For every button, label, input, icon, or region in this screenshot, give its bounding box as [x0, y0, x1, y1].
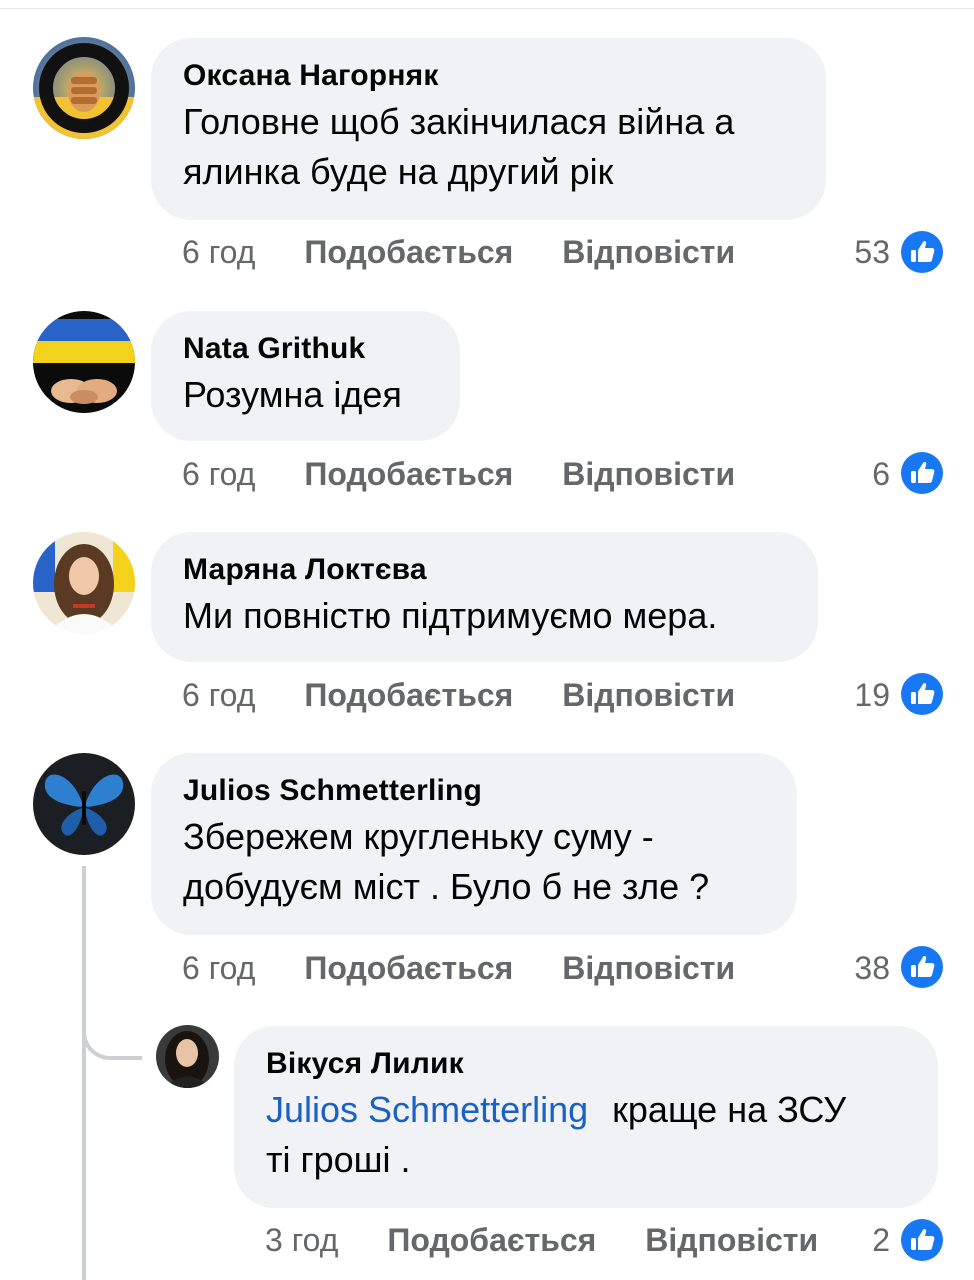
- comment-author[interactable]: Оксана Нагорняк: [183, 58, 794, 94]
- avatar[interactable]: [33, 753, 135, 855]
- comment-meta: 6 год Подобається Відповісти: [182, 454, 735, 494]
- thumbs-up-icon[interactable]: [901, 1219, 943, 1261]
- comment-bubble[interactable]: Оксана Нагорняк Головне щоб закінчилася …: [151, 38, 826, 220]
- comment-meta: 6 год Подобається Відповісти: [182, 675, 735, 715]
- like-button[interactable]: Подобається: [304, 950, 513, 986]
- thumbs-up-icon[interactable]: [901, 231, 943, 273]
- comment-text: Ми повністю підтримуємо мера.: [183, 590, 786, 642]
- comment-text: Збережем кругленьку суму - добудуєм міст…: [183, 811, 765, 913]
- avatar[interactable]: [156, 1025, 219, 1088]
- comment-author[interactable]: Nata Grithuk: [183, 331, 428, 367]
- reply-text-line: Julios Schmetterling краще на ЗСУ: [266, 1084, 906, 1136]
- like-button[interactable]: Подобається: [387, 1222, 596, 1258]
- comment-text-line: Головне щоб закінчилася війна а: [183, 101, 735, 142]
- comment-time[interactable]: 6 год: [182, 677, 255, 713]
- thumbs-up-icon[interactable]: [901, 946, 943, 988]
- top-divider: [0, 8, 974, 9]
- comment-time[interactable]: 6 год: [182, 234, 255, 270]
- reply-author[interactable]: Вікуся Лилик: [266, 1046, 906, 1082]
- avatar[interactable]: [33, 311, 135, 413]
- comment-text-line: добудуєм міст . Було б не зле ?: [183, 866, 710, 907]
- comment-text: Головне щоб закінчилася війна а ялинка б…: [183, 96, 794, 198]
- comment-time[interactable]: 6 год: [182, 950, 255, 986]
- reply-text-after-mention: краще на ЗСУ: [612, 1089, 847, 1130]
- comment-bubble[interactable]: Nata Grithuk Розумна ідея: [151, 311, 460, 441]
- reply-button[interactable]: Відповісти: [562, 456, 735, 492]
- reply-button[interactable]: Відповісти: [562, 677, 735, 713]
- reply-button[interactable]: Відповісти: [562, 950, 735, 986]
- reply-time[interactable]: 3 год: [265, 1222, 338, 1258]
- comment-text: Розумна ідея: [183, 369, 428, 421]
- thumbs-up-icon[interactable]: [901, 452, 943, 494]
- reaction-count[interactable]: 53: [820, 232, 890, 272]
- comment-author[interactable]: Julios Schmetterling: [183, 773, 765, 809]
- comment-meta: 6 год Подобається Відповісти: [182, 948, 735, 988]
- reply-button[interactable]: Відповісти: [645, 1222, 818, 1258]
- reaction-count[interactable]: 19: [820, 675, 890, 715]
- reply-bubble[interactable]: Вікуся Лилик Julios Schmetterling краще …: [234, 1026, 938, 1208]
- reaction-count[interactable]: 2: [840, 1220, 890, 1260]
- reaction-count[interactable]: 38: [820, 948, 890, 988]
- comment-text-line: Ми повністю підтримуємо мера.: [183, 595, 718, 636]
- comment-text-line: Розумна ідея: [183, 374, 402, 415]
- reply-meta: 3 год Подобається Відповісти: [265, 1220, 818, 1260]
- avatar[interactable]: [33, 532, 135, 634]
- like-button[interactable]: Подобається: [304, 677, 513, 713]
- comment-text-line: Збережем кругленьку суму -: [183, 816, 654, 857]
- reply-thread-line: [82, 866, 86, 1280]
- reaction-count[interactable]: 6: [820, 454, 890, 494]
- reply-text-line: ті гроші .: [266, 1139, 411, 1180]
- comment-time[interactable]: 6 год: [182, 456, 255, 492]
- comment-text-line: ялинка буде на другий рік: [183, 151, 614, 192]
- comment-meta: 6 год Подобається Відповісти: [182, 232, 735, 272]
- reply-text: Julios Schmetterling краще на ЗСУ ті гро…: [266, 1084, 906, 1186]
- like-button[interactable]: Подобається: [304, 234, 513, 270]
- reply-button[interactable]: Відповісти: [562, 234, 735, 270]
- comment-author[interactable]: Маряна Локтєва: [183, 552, 786, 588]
- reply-thread-branch: [82, 1020, 142, 1060]
- thumbs-up-icon[interactable]: [901, 673, 943, 715]
- comment-bubble[interactable]: Julios Schmetterling Збережем кругленьку…: [151, 753, 797, 935]
- like-button[interactable]: Подобається: [304, 456, 513, 492]
- mention-link[interactable]: Julios Schmetterling: [266, 1089, 588, 1130]
- comment-bubble[interactable]: Маряна Локтєва Ми повністю підтримуємо м…: [151, 532, 818, 662]
- avatar[interactable]: [33, 37, 135, 139]
